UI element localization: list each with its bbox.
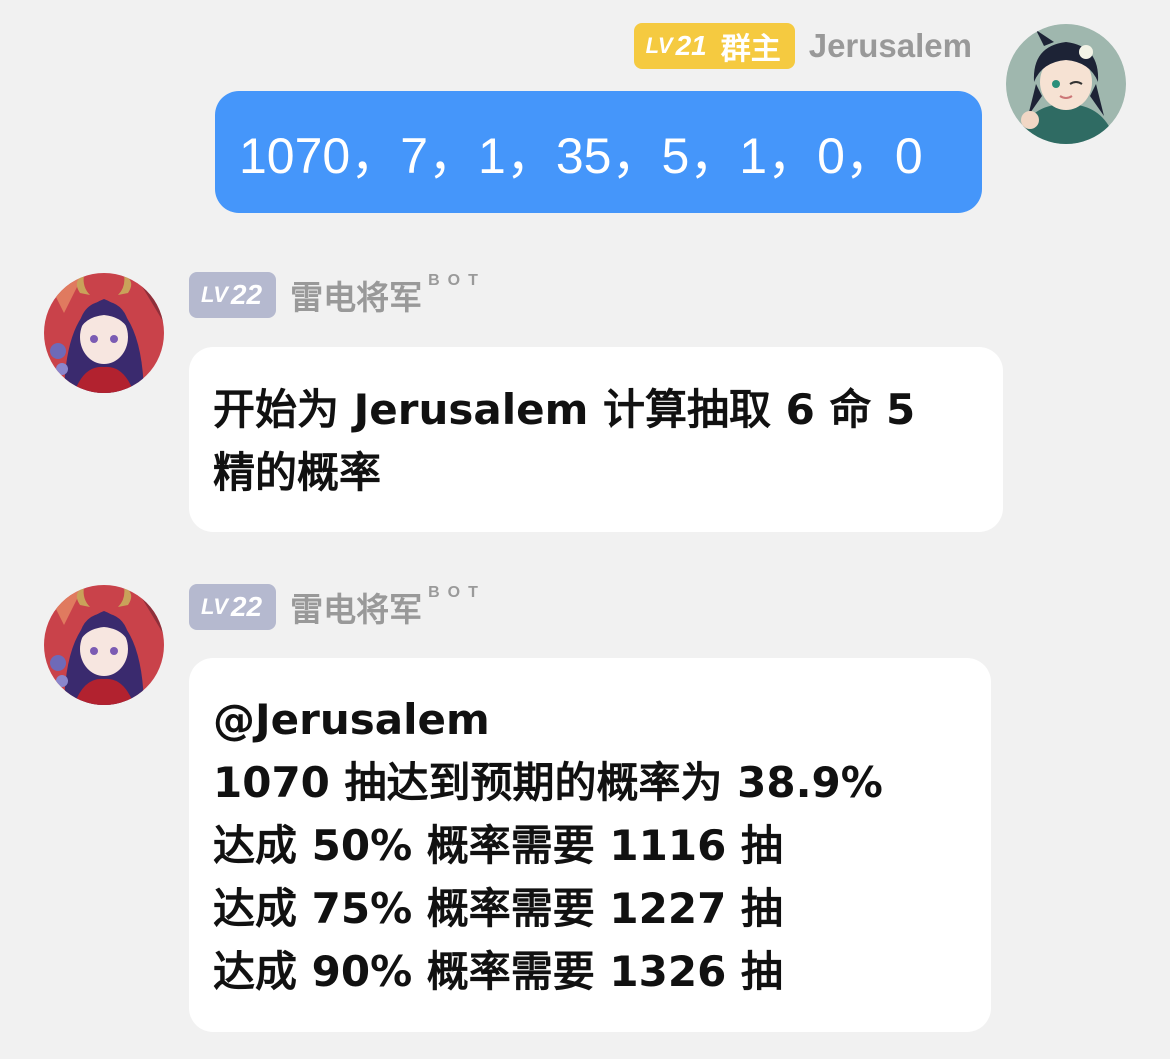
message-line: 1070 抽达到预期的概率为 38.9% (213, 758, 883, 807)
level-prefix: LV (201, 594, 228, 619)
sender-name[interactable]: Jerusalem (809, 27, 972, 65)
user-avatar-icon[interactable] (1006, 24, 1126, 144)
message-bubble-outgoing[interactable]: 1070，7，1，35，5，1，0，0 (215, 91, 982, 213)
message-bubble-incoming[interactable]: @Jerusalem 1070 抽达到预期的概率为 38.9% 达成 50% 概… (189, 658, 991, 1032)
message-line: 达成 75% 概率需要 1227 抽 (213, 884, 783, 933)
level-number: 22 (230, 279, 263, 310)
level-badge-bot: LV 22 (189, 272, 277, 318)
message-line: 达成 90% 概率需要 1326 抽 (213, 947, 783, 996)
message-line: 精的概率 (213, 448, 382, 497)
message-line: 达成 50% 概率需要 1116 抽 (213, 821, 783, 870)
bot-tag: BOT (428, 272, 486, 289)
level-badge-bot: LV 22 (189, 584, 277, 630)
message-header-jerusalem: LV 21 群主 Jerusalem (633, 21, 972, 71)
level-badge-owner: LV 21 群主 (633, 23, 795, 69)
level-number: 22 (230, 591, 263, 622)
bot-tag: BOT (428, 584, 486, 601)
sender-name[interactable]: 雷电将军 (290, 583, 422, 631)
sender-name[interactable]: 雷电将军 (290, 271, 422, 319)
level-number: 21 (675, 30, 707, 61)
message-bubble-incoming[interactable]: 开始为 Jerusalem 计算抽取 6 命 5 精的概率 (189, 347, 1003, 532)
message-line: 开始为 Jerusalem 计算抽取 6 命 5 (213, 385, 916, 434)
bot-avatar-icon[interactable] (44, 585, 164, 705)
level-prefix: LV (645, 33, 673, 58)
bot-avatar-icon[interactable] (44, 273, 164, 393)
message-line: @Jerusalem (213, 695, 490, 744)
role-label: 群主 (720, 33, 781, 66)
message-header-bot: LV 22 雷电将军 BOT (189, 582, 486, 632)
level-prefix: LV (201, 282, 228, 307)
message-header-bot: LV 22 雷电将军 BOT (189, 270, 486, 320)
